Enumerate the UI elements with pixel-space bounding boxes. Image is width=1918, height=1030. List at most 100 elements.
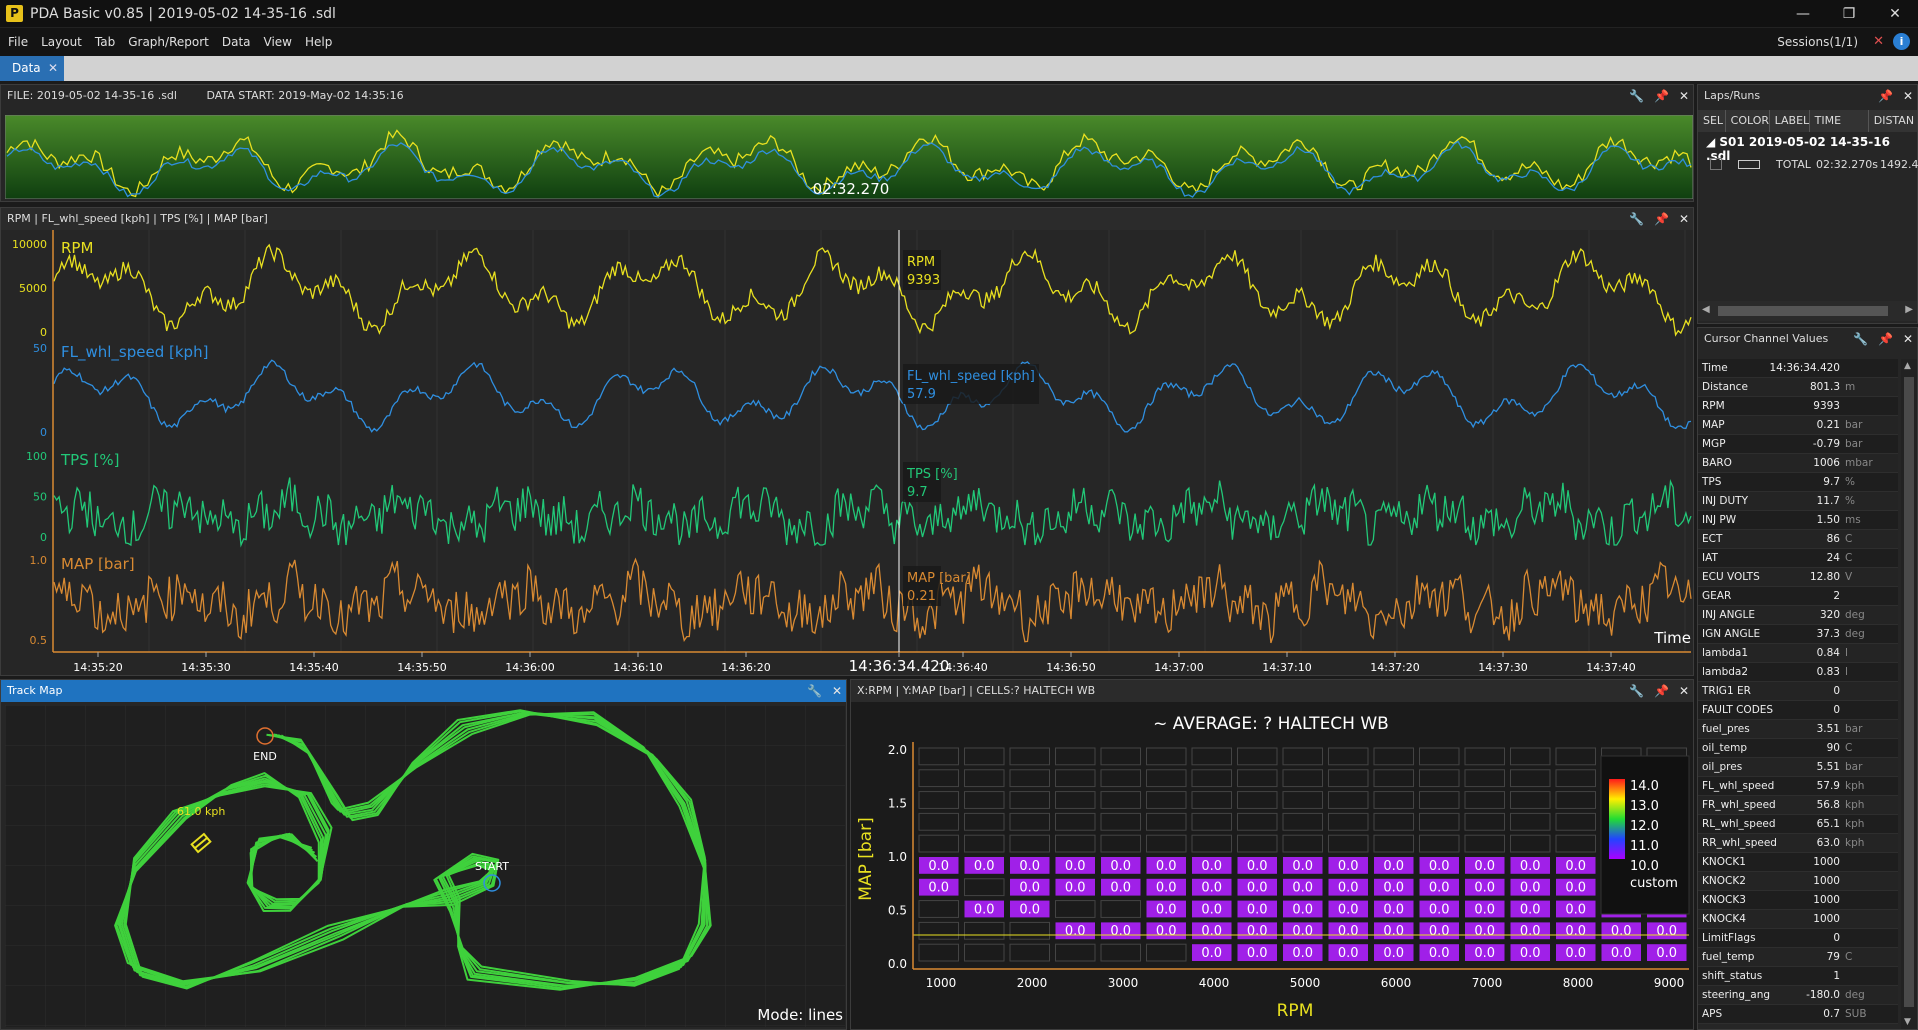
- cursor-value-row[interactable]: IGN ANGLE 37.3 deg: [1698, 625, 1898, 644]
- cell-value: 0.0: [1338, 946, 1359, 961]
- sessions-button[interactable]: Sessions(1/1): [1777, 35, 1858, 49]
- cursor-value-row[interactable]: MGP -0.79 bar: [1698, 435, 1898, 454]
- menu-file[interactable]: File: [8, 35, 28, 49]
- lap-select-checkbox[interactable]: [1710, 158, 1722, 170]
- col-distance[interactable]: DISTAN: [1869, 110, 1917, 132]
- info-icon[interactable]: i: [1893, 33, 1910, 50]
- col-label[interactable]: LABEL: [1770, 110, 1810, 132]
- close-panel-icon[interactable]: ✕: [832, 680, 842, 702]
- cursor-value-row[interactable]: LimitFlags 0: [1698, 929, 1898, 948]
- menu-view[interactable]: View: [264, 35, 292, 49]
- menu-tab[interactable]: Tab: [95, 35, 115, 49]
- cursor-value-row[interactable]: BARO 1006 mbar: [1698, 454, 1898, 473]
- laps-horizontal-scrollbar[interactable]: ◀ ▶: [1698, 301, 1917, 321]
- col-color[interactable]: COLOR: [1726, 110, 1770, 132]
- close-panel-icon[interactable]: ✕: [1903, 85, 1913, 107]
- pin-icon[interactable]: 📌: [1654, 208, 1669, 230]
- cursor-value-row[interactable]: FAULT CODES 0: [1698, 701, 1898, 720]
- cursor-value-row[interactable]: APS 0.7 SUB: [1698, 1005, 1898, 1024]
- scroll-up-icon[interactable]: ▲: [1904, 361, 1911, 371]
- cursor-value-row[interactable]: RR_whl_speed 63.0 kph: [1698, 834, 1898, 853]
- cursor-value-row[interactable]: MAP 0.21 bar: [1698, 416, 1898, 435]
- cursor-value-row[interactable]: fuel_temp 79 C: [1698, 948, 1898, 967]
- x-tick: 5000: [1290, 976, 1321, 990]
- menu-graph-report[interactable]: Graph/Report: [128, 35, 209, 49]
- cursor-value-row[interactable]: INJ ANGLE 320 deg: [1698, 606, 1898, 625]
- pin-icon[interactable]: 📌: [1654, 680, 1669, 702]
- channel-name: INJ DUTY: [1702, 495, 1748, 507]
- close-panel-icon[interactable]: ✕: [1679, 680, 1689, 702]
- pin-icon[interactable]: 📌: [1654, 85, 1669, 107]
- cursor-value-row[interactable]: oil_temp 90 C: [1698, 739, 1898, 758]
- overview-chart[interactable]: 02:32.270: [5, 115, 1693, 199]
- time-tick: 14:37:30: [1478, 661, 1527, 674]
- channel-name: BARO: [1702, 457, 1732, 469]
- time-tick: 14:36:40: [938, 661, 987, 674]
- scatter-chart[interactable]: ~ AVERAGE: ? HALTECH WB 0.0 0.0 0.0 0.0 0.0 0…: [851, 702, 1693, 1029]
- cursor-value-row[interactable]: Distance 801.3 m: [1698, 378, 1898, 397]
- cursor-value-row[interactable]: ECT 86 C: [1698, 530, 1898, 549]
- cursor-value-row[interactable]: KNOCK1 1000: [1698, 853, 1898, 872]
- cursor-value-row[interactable]: KNOCK2 1000: [1698, 872, 1898, 891]
- cursor-value-row[interactable]: INJ DUTY 11.7%: [1698, 492, 1898, 511]
- pin-icon[interactable]: 📌: [1878, 328, 1893, 350]
- cursor-value-row[interactable]: ECU VOLTS 12.80 V: [1698, 568, 1898, 587]
- cursor-value-row[interactable]: KNOCK3 1000: [1698, 891, 1898, 910]
- scroll-left-icon[interactable]: ◀: [1702, 304, 1710, 315]
- tab-close-icon[interactable]: ✕: [48, 56, 58, 81]
- settings-wrench-icon[interactable]: 🔧: [1853, 328, 1868, 350]
- cursor-value-row[interactable]: lambda2 0.83 l: [1698, 663, 1898, 682]
- expand-arrow-icon[interactable]: ◢: [1706, 135, 1719, 149]
- legend-custom-label[interactable]: custom: [1630, 876, 1678, 891]
- laps-table-header: SEL COLOR LABEL TIME DISTAN: [1698, 110, 1917, 132]
- cursor-value-row[interactable]: steering_ang -180.0 deg: [1698, 986, 1898, 1005]
- close-panel-icon[interactable]: ✕: [1903, 328, 1913, 350]
- cursor-value-row[interactable]: shift_status 1: [1698, 967, 1898, 986]
- maximize-button[interactable]: ❐: [1826, 0, 1872, 28]
- col-sel[interactable]: SEL: [1698, 110, 1726, 132]
- lap-color-swatch[interactable]: [1738, 160, 1760, 169]
- close-sessions-icon[interactable]: ✕: [1873, 34, 1884, 49]
- menu-data[interactable]: Data: [222, 35, 251, 49]
- laps-row[interactable]: TOTAL 02:32.270s 1492.4: [1698, 155, 1918, 175]
- scroll-down-icon[interactable]: ▼: [1904, 1017, 1911, 1027]
- cursor-value-row[interactable]: TRIG1 ER 0: [1698, 682, 1898, 701]
- cursor-value-row[interactable]: lambda1 0.84 l: [1698, 644, 1898, 663]
- cursor-value-row[interactable]: INJ PW 1.50 ms: [1698, 511, 1898, 530]
- close-panel-icon[interactable]: ✕: [1679, 208, 1689, 230]
- cursor-value-row[interactable]: fuel_pres 3.51 bar: [1698, 720, 1898, 739]
- menu-help[interactable]: Help: [305, 35, 332, 49]
- cursor-value-row[interactable]: oil_pres 5.51 bar: [1698, 758, 1898, 777]
- channel-value: 24: [1826, 552, 1840, 564]
- close-window-button[interactable]: ✕: [1872, 0, 1918, 28]
- tab-data[interactable]: Data ✕: [0, 56, 64, 81]
- cursor-value-row[interactable]: IAT 24 C: [1698, 549, 1898, 568]
- cursor-value-row[interactable]: TPS 9.7%: [1698, 473, 1898, 492]
- cursor-value-row[interactable]: FL_whl_speed 57.9 kph: [1698, 777, 1898, 796]
- cursor-value-row[interactable]: RL_whl_speed 65.1 kph: [1698, 815, 1898, 834]
- scrollbar-thumb[interactable]: [1718, 306, 1888, 316]
- menu-layout[interactable]: Layout: [41, 35, 82, 49]
- cursor-value-row[interactable]: RPM 9393: [1698, 397, 1898, 416]
- scroll-right-icon[interactable]: ▶: [1905, 304, 1913, 315]
- col-time[interactable]: TIME: [1810, 110, 1869, 132]
- settings-wrench-icon[interactable]: 🔧: [807, 680, 822, 702]
- settings-wrench-icon[interactable]: 🔧: [1629, 85, 1644, 107]
- x-tick: 4000: [1199, 976, 1230, 990]
- scrollbar-thumb[interactable]: [1904, 377, 1914, 1007]
- cursor-value-row[interactable]: GEAR 2: [1698, 587, 1898, 606]
- close-panel-icon[interactable]: ✕: [1679, 85, 1689, 107]
- minimize-button[interactable]: —: [1780, 0, 1826, 28]
- settings-wrench-icon[interactable]: 🔧: [1629, 680, 1644, 702]
- track-map-canvas[interactable]: END START 61.0 kph Mode: lines: [5, 705, 845, 1027]
- pin-icon[interactable]: 📌: [1878, 85, 1893, 107]
- cursor-value-row[interactable]: FR_whl_speed 56.8 kph: [1698, 796, 1898, 815]
- cell-value: 0.0: [1520, 881, 1541, 896]
- cell-value: 0.0: [1383, 902, 1404, 917]
- cursor-value-row[interactable]: Time 14:36:34.420: [1698, 359, 1898, 378]
- channel-unit: kph: [1845, 818, 1865, 830]
- time-graph[interactable]: RPM1000050000RPM9393FL_whl_speed [kph]50…: [1, 230, 1693, 675]
- settings-wrench-icon[interactable]: 🔧: [1629, 208, 1644, 230]
- cursor-values-scrollbar[interactable]: ▲ ▼: [1901, 359, 1917, 1029]
- cursor-value-row[interactable]: KNOCK4 1000: [1698, 910, 1898, 929]
